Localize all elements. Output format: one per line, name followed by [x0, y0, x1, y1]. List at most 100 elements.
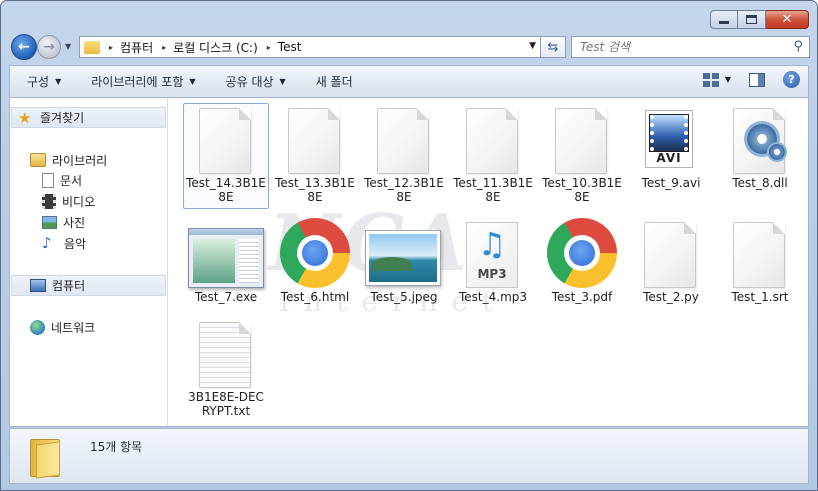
sidebar-item-network[interactable]: 네트워크	[30, 317, 95, 337]
pictures-icon	[42, 215, 57, 229]
forward-button[interactable]: →	[37, 35, 61, 59]
chevron-down-icon: ▼	[55, 77, 62, 86]
caption-buttons: ✕	[710, 10, 809, 29]
file-item[interactable]: 3B1E8E-DECRYPT.txt	[183, 318, 269, 418]
new-folder-button[interactable]: 새 폴더	[307, 73, 362, 90]
file-item[interactable]: AVI Test_9.avi	[628, 104, 714, 190]
view-controls: ▼ ?	[702, 71, 800, 88]
file-item[interactable]: Test_10.3B1E8E	[539, 104, 625, 204]
search-icon[interactable]: ⚲	[793, 39, 803, 54]
breadcrumb-separator[interactable]: ▸	[162, 43, 166, 52]
file-item[interactable]: Test_13.3B1E8E	[272, 104, 358, 204]
mp3-music-icon: ♫ MP3	[466, 222, 518, 288]
avi-label: AVI	[656, 151, 682, 165]
document-icon	[42, 172, 54, 188]
sidebar-item-music[interactable]: ♪ 음악	[42, 233, 86, 253]
breadcrumb-local-disk[interactable]: 로컬 디스크 (C:)	[173, 39, 258, 56]
folder-icon	[84, 40, 100, 54]
chevron-down-icon: ▼	[189, 77, 196, 86]
file-item[interactable]: Test_8.dll	[717, 104, 803, 190]
file-item[interactable]: ♫ MP3 Test_4.mp3	[450, 218, 536, 304]
navigation-pane: ★ 즐겨찾기 라이브러리 문서 비디오 사진 ♪ 음악 컴퓨터 네트워크	[10, 98, 168, 426]
file-item[interactable]: Test_6.html	[272, 218, 358, 304]
explorer-window: ✕ ← → ▼ ▸ 컴퓨터 ▸ 로컬 디스크 (C:) ▸ Test ▼ ⇆ ⚲…	[0, 0, 818, 491]
folder-icon	[30, 437, 60, 479]
search-box[interactable]: ⚲	[571, 36, 810, 58]
file-item[interactable]: Test_7.exe	[183, 218, 269, 304]
blank-file-icon	[555, 108, 607, 174]
file-name: Test_4.mp3	[458, 290, 528, 304]
address-dropdown-button[interactable]: ▼	[529, 41, 536, 51]
file-item[interactable]: Test_3.pdf	[539, 218, 625, 304]
chevron-down-icon: ▼	[279, 77, 286, 86]
recent-pages-dropdown[interactable]: ▼	[65, 42, 71, 51]
sidebar-item-favorites[interactable]: ★ 즐겨찾기	[11, 107, 166, 128]
file-item[interactable]: Test_12.3B1E8E	[361, 104, 447, 204]
blank-file-icon	[466, 108, 518, 174]
computer-icon	[30, 279, 46, 292]
new-folder-label: 새 폴더	[315, 75, 353, 89]
file-name: Test_10.3B1E8E	[542, 176, 622, 204]
organize-label: 구성	[27, 75, 50, 89]
breadcrumb-computer[interactable]: 컴퓨터	[120, 39, 153, 56]
sidebar-item-label: 문서	[60, 173, 83, 188]
share-with-label: 공유 대상	[225, 75, 274, 89]
sidebar-item-pictures[interactable]: 사진	[42, 212, 85, 232]
file-item[interactable]: Test_1.srt	[717, 218, 803, 304]
refresh-button[interactable]: ⇆	[541, 36, 566, 58]
chrome-icon	[547, 218, 617, 288]
view-options-dropdown[interactable]: ▼	[725, 75, 731, 84]
file-item[interactable]: Test_14.3B1E8E	[183, 104, 269, 204]
share-with-menu[interactable]: 공유 대상 ▼	[217, 73, 295, 90]
change-view-icon[interactable]	[702, 72, 719, 87]
include-library-menu[interactable]: 라이브러리에 포함 ▼	[82, 73, 204, 90]
item-count: 15개 항목	[90, 440, 143, 454]
refresh-icon: ⇆	[547, 39, 559, 55]
address-bar[interactable]: ▸ 컴퓨터 ▸ 로컬 디스크 (C:) ▸ Test ▼	[79, 36, 541, 58]
file-name: Test_5.jpeg	[370, 290, 438, 304]
file-item[interactable]: Test_5.jpeg	[361, 218, 447, 304]
sidebar-item-computer[interactable]: 컴퓨터	[11, 275, 166, 296]
search-input[interactable]	[580, 40, 790, 54]
video-icon	[42, 193, 56, 209]
content-area: ★ 즐겨찾기 라이브러리 문서 비디오 사진 ♪ 음악 컴퓨터 네트워크 Int…	[9, 97, 809, 427]
sidebar-item-label: 사진	[63, 215, 86, 230]
sidebar-item-label: 네트워크	[51, 320, 96, 335]
organize-menu[interactable]: 구성 ▼	[18, 73, 70, 90]
details-pane: 15개 항목	[9, 428, 809, 484]
sidebar-item-label: 비디오	[62, 194, 96, 209]
blank-file-icon	[199, 108, 251, 174]
command-bar: 구성 ▼ 라이브러리에 포함 ▼ 공유 대상 ▼ 새 폴더 ▼ ?	[9, 65, 809, 97]
breadcrumb-separator[interactable]: ▸	[109, 43, 113, 52]
chrome-icon	[280, 218, 350, 288]
file-name: Test_14.3B1E8E	[186, 176, 266, 204]
back-button[interactable]: ←	[11, 34, 37, 60]
breadcrumb-separator[interactable]: ▸	[267, 43, 271, 52]
network-icon	[30, 319, 45, 335]
sidebar-item-documents[interactable]: 문서	[42, 170, 82, 190]
file-item[interactable]: Test_2.py	[628, 218, 714, 304]
file-name: Test_13.3B1E8E	[275, 176, 355, 204]
sidebar-item-videos[interactable]: 비디오	[42, 191, 95, 211]
file-item[interactable]: Test_11.3B1E8E	[450, 104, 536, 204]
file-name: Test_3.pdf	[551, 290, 613, 304]
file-name: Test_1.srt	[731, 290, 789, 304]
breadcrumb-test[interactable]: Test	[278, 40, 302, 54]
file-name: Test_9.avi	[641, 176, 701, 190]
sidebar-item-label: 컴퓨터	[52, 279, 86, 293]
maximize-button[interactable]	[738, 10, 766, 29]
mp3-label: MP3	[477, 267, 507, 281]
close-button[interactable]: ✕	[766, 10, 809, 29]
help-icon[interactable]: ?	[783, 71, 800, 88]
text-document-icon	[199, 322, 251, 388]
back-arrow-icon: ←	[18, 39, 30, 55]
sidebar-item-label: 라이브러리	[52, 153, 108, 168]
include-library-label: 라이브러리에 포함	[91, 75, 184, 89]
blank-file-icon	[733, 222, 785, 288]
forward-arrow-icon: →	[43, 39, 55, 55]
file-name: 3B1E8E-DECRYPT.txt	[188, 390, 264, 418]
file-name: Test_8.dll	[732, 176, 788, 190]
minimize-button[interactable]	[710, 10, 738, 29]
preview-pane-icon[interactable]	[749, 72, 765, 87]
sidebar-item-libraries[interactable]: 라이브러리	[30, 150, 107, 170]
